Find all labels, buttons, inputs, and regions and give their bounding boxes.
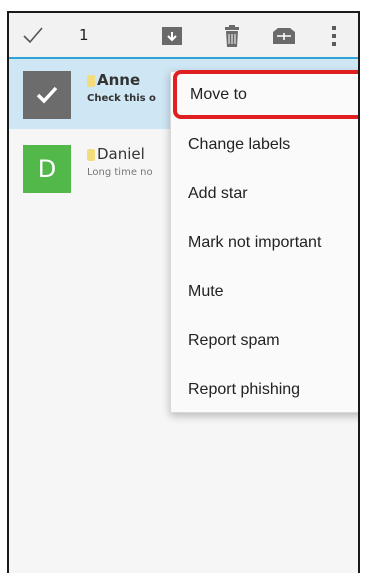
importance-marker-icon	[87, 74, 95, 87]
menu-item-change-labels[interactable]: Change labels	[171, 120, 358, 169]
checkmark-icon	[36, 86, 58, 104]
menu-item-mark-not-important[interactable]: Mark not important	[171, 218, 358, 267]
overflow-menu: Move to Change labels Add star Mark not …	[170, 70, 358, 414]
menu-item-report-spam[interactable]: Report spam	[171, 316, 358, 365]
menu-item-move-to[interactable]: Move to	[173, 70, 358, 119]
email-sender: Daniel	[87, 145, 145, 163]
menu-item-report-phishing[interactable]: Report phishing	[171, 365, 358, 414]
more-vert-icon[interactable]	[327, 23, 341, 49]
importance-marker-icon	[87, 148, 95, 161]
selected-count: 1	[79, 26, 89, 44]
archive-icon[interactable]	[159, 23, 185, 49]
selected-checkmark-avatar[interactable]	[23, 71, 71, 119]
email-sender: Anne	[87, 71, 140, 89]
label-icon[interactable]	[271, 23, 297, 49]
menu-item-mute[interactable]: Mute	[171, 267, 358, 316]
check-icon[interactable]	[21, 23, 45, 47]
contact-avatar[interactable]: D	[23, 145, 71, 193]
email-snippet: Check this o	[87, 93, 156, 104]
selection-action-bar: 1	[9, 13, 358, 59]
menu-item-add-star[interactable]: Add star	[171, 169, 358, 218]
email-snippet: Long time no	[87, 167, 153, 178]
phone-screen: 1 Anne Check this o D Daniel Long time n…	[7, 11, 360, 573]
trash-icon[interactable]	[219, 23, 245, 49]
